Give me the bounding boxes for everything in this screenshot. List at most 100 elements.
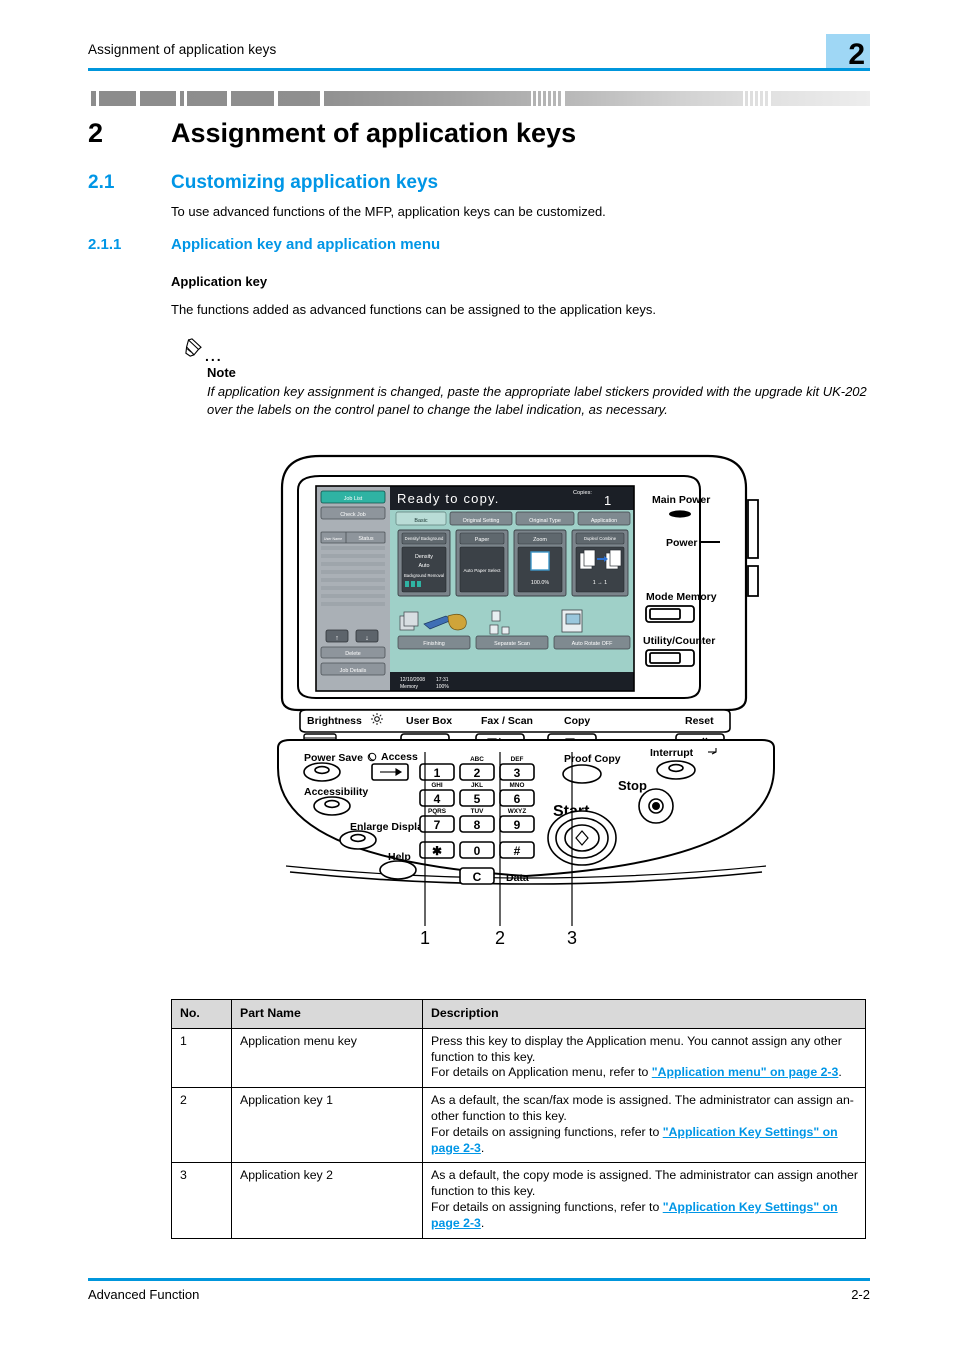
reset-label: Reset bbox=[685, 715, 714, 727]
section-intro-text: To use advanced functions of the MFP, ap… bbox=[171, 204, 606, 219]
key-5: 5 bbox=[474, 792, 481, 806]
row-description: As a default, the scan/fax mode is assig… bbox=[422, 1087, 866, 1164]
letters-wxyz: WXYZ bbox=[508, 808, 527, 815]
note-text: If application key assignment is changed… bbox=[207, 384, 867, 417]
interrupt-label: Interrupt bbox=[650, 747, 694, 759]
chapter-badge-number: 2 bbox=[848, 38, 865, 71]
cross-reference-link[interactable]: "Application menu" on page 2-3 bbox=[652, 1065, 839, 1079]
lcd-job-details-label: Job Details bbox=[340, 668, 367, 674]
lcd-card1-l0: Auto Paper Select bbox=[463, 568, 501, 573]
parts-table: No. Part Name Description 1 Application … bbox=[171, 999, 866, 1239]
key-9: 9 bbox=[514, 818, 521, 832]
table-header-no: No. bbox=[171, 999, 232, 1029]
access-label: Access bbox=[381, 751, 418, 763]
row-description: As a default, the copy mode is assigned.… bbox=[422, 1162, 866, 1239]
row-desc-ref: For details on Application menu, refer t… bbox=[431, 1065, 652, 1080]
lcd-card2-title: Zoom bbox=[533, 537, 547, 543]
section-title: Customizing application keys bbox=[171, 172, 439, 193]
lcd-separate-scan-label: Separate Scan bbox=[494, 641, 530, 647]
lcd-time: 17:31 bbox=[436, 677, 449, 683]
lcd-copies-value: 1 bbox=[604, 493, 611, 508]
subsection-body-text: The functions added as advanced function… bbox=[171, 302, 656, 317]
letters-ghi: GHI bbox=[431, 782, 443, 789]
key-2: 2 bbox=[474, 766, 481, 780]
lcd-check-job-label: Check Job bbox=[340, 512, 365, 518]
subsection-number: 2.1.1 bbox=[88, 236, 122, 253]
lcd-arrow-up: ↑ bbox=[335, 635, 339, 642]
letters-abc: ABC bbox=[470, 756, 484, 763]
row-desc-ref: For details on assigning functions, refe… bbox=[431, 1124, 663, 1139]
lcd-status-message: Ready to copy. bbox=[397, 491, 500, 506]
utility-counter-label: Utility/Counter bbox=[643, 635, 715, 647]
clear-key-label: C bbox=[473, 870, 482, 884]
decorative-barcode-bar bbox=[88, 91, 870, 106]
callout-2: 2 bbox=[495, 928, 505, 948]
letters-mno: MNO bbox=[510, 782, 525, 789]
lcd-col-username: User Name bbox=[324, 537, 342, 541]
subsection-subheading: Application key bbox=[171, 274, 268, 289]
lcd-tab-application-label: Application bbox=[591, 518, 617, 524]
key-6: 6 bbox=[514, 792, 521, 806]
mode-memory-label: Mode Memory bbox=[646, 591, 717, 603]
row-no: 2 bbox=[171, 1087, 232, 1164]
key-0: 0 bbox=[474, 844, 481, 858]
control-panel-illustration: Ready to copy. Copies: 1 12/10/2008 17:3… bbox=[276, 448, 776, 948]
lcd-card3-title: Duplex/ Combine bbox=[584, 536, 617, 541]
copy-label: Copy bbox=[564, 715, 590, 727]
row-desc-tail: . bbox=[480, 1215, 485, 1230]
row-desc-text: As a default, the scan/fax mode is assig… bbox=[431, 1093, 854, 1123]
chapter-title: Assignment of application keys bbox=[171, 118, 577, 148]
lcd-tab-orig-type-label: Original Type bbox=[529, 518, 561, 524]
row-no: 1 bbox=[171, 1027, 232, 1089]
table-header-part: Part Name bbox=[231, 999, 423, 1029]
lcd-job-list-label: Job List bbox=[344, 496, 363, 502]
table-row: 1 Application menu key Press this key to… bbox=[171, 1027, 866, 1089]
letters-def: DEF bbox=[511, 756, 524, 763]
section-number: 2.1 bbox=[88, 172, 115, 193]
key-8: 8 bbox=[474, 818, 481, 832]
power-save-label: Power Save bbox=[304, 752, 363, 764]
lcd-card0-l0: Density bbox=[415, 554, 433, 560]
lcd-date2: 12/10/2008 bbox=[400, 677, 425, 683]
lcd-memory-value: 100% bbox=[436, 684, 449, 690]
data-label: Data bbox=[506, 872, 529, 884]
key-hash: # bbox=[514, 844, 521, 858]
chapter-badge: 2 bbox=[826, 34, 870, 71]
running-header-title: Assignment of application keys bbox=[88, 42, 277, 57]
document-page: Assignment of application keys 2 2 Assig… bbox=[0, 0, 954, 1351]
row-desc-ref: For details on assigning functions, refe… bbox=[431, 1199, 663, 1214]
row-name: Application menu key bbox=[231, 1027, 423, 1089]
lcd-card1-title: Paper bbox=[475, 537, 490, 543]
user-box-label: User Box bbox=[406, 715, 452, 727]
footer-rule bbox=[88, 1278, 870, 1281]
table-row: 2 Application key 1 As a default, the sc… bbox=[171, 1087, 866, 1164]
lcd-copies-label: Copies: bbox=[573, 490, 592, 496]
proof-copy-button bbox=[562, 764, 602, 784]
lcd-card2-l0: 100.0% bbox=[531, 580, 549, 586]
chapter-number: 2 bbox=[88, 118, 104, 148]
key-4: 4 bbox=[434, 792, 441, 806]
table-header-row: No. Part Name Description bbox=[171, 999, 866, 1029]
table-row: 3 Application key 2 As a default, the co… bbox=[171, 1162, 866, 1239]
letters-jkl: JKL bbox=[471, 782, 483, 789]
lcd-finishing-label: Finishing bbox=[423, 641, 445, 647]
main-power-led bbox=[669, 510, 691, 518]
row-desc-tail: . bbox=[480, 1140, 485, 1155]
lcd-card0-title: Density/ Background bbox=[405, 536, 444, 541]
row-description: Press this key to display the Applicatio… bbox=[422, 1027, 866, 1089]
row-desc-tail: . bbox=[838, 1065, 842, 1080]
lcd-tab-orig-setting-label: Original Setting bbox=[463, 518, 500, 524]
table-header-desc: Description bbox=[422, 999, 866, 1029]
lcd-card3-l0: 1 → 1 bbox=[593, 580, 607, 586]
lcd-tab-basic-label: Basic bbox=[414, 518, 427, 524]
callout-3: 3 bbox=[567, 928, 577, 948]
letters-tuv: TUV bbox=[471, 808, 485, 815]
fax-scan-label: Fax / Scan bbox=[481, 715, 533, 727]
lcd-delete-label: Delete bbox=[345, 651, 361, 657]
lcd-card0-l1: Auto bbox=[418, 563, 429, 569]
power-label: Power bbox=[666, 537, 698, 549]
subsection-title: Application key and application menu bbox=[171, 236, 441, 253]
stop-label: Stop bbox=[618, 778, 647, 793]
main-power-label: Main Power bbox=[652, 494, 710, 506]
footer-page-number: 2-2 bbox=[851, 1287, 870, 1302]
